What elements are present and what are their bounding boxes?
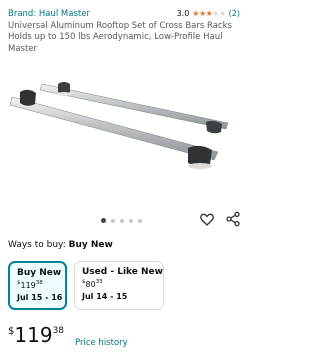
price-currency: $ xyxy=(17,280,21,286)
option-price: $8033 xyxy=(82,279,156,289)
star-icon: ★ xyxy=(218,9,226,18)
star-icon: ★ xyxy=(198,9,206,18)
brand-link[interactable]: Brand: Haul Master xyxy=(8,9,90,19)
rating-count[interactable]: (2) xyxy=(229,9,240,18)
carousel-dot[interactable] xyxy=(120,218,124,223)
main-price: $ 119 38 xyxy=(8,323,64,347)
ways-to-buy-selected: Buy New xyxy=(68,240,113,250)
price-fraction: 38 xyxy=(35,280,43,286)
share-icon[interactable] xyxy=(225,211,241,227)
buy-new-option[interactable]: Buy New $11938 Jul 15 - 16 xyxy=(8,261,67,310)
used-like-new-option[interactable]: Used - Like New $8033 Jul 14 - 15 xyxy=(74,261,164,310)
ways-to-buy: Ways to buy: Buy New xyxy=(8,240,113,250)
rating-summary[interactable]: 3.0 ★★★★★ (2) xyxy=(177,9,240,18)
price-fraction: 38 xyxy=(52,326,65,336)
star-icon: ★ xyxy=(212,9,219,18)
price-whole: 80 xyxy=(85,280,96,289)
ways-to-buy-label: Ways to buy: xyxy=(8,240,66,250)
price-whole: 119 xyxy=(14,323,53,347)
heart-icon[interactable] xyxy=(199,211,215,227)
price-currency: $ xyxy=(82,279,86,285)
carousel-dot[interactable] xyxy=(129,218,133,223)
option-price: $11938 xyxy=(17,280,58,290)
delivery-date: Jul 15 - 16 xyxy=(17,293,63,302)
price-whole: 119 xyxy=(20,281,36,290)
product-detail-page: Brand: Haul Master 3.0 ★★★★★ (2) Univers… xyxy=(0,0,250,359)
price-fraction: 33 xyxy=(95,279,103,285)
product-image[interactable] xyxy=(0,68,250,208)
carousel-dot[interactable] xyxy=(138,218,142,223)
star-icon: ★ xyxy=(192,9,199,18)
option-label: Buy New xyxy=(17,268,62,278)
delivery-date: Jul 14 - 15 xyxy=(82,292,128,301)
price-history-link[interactable]: Price history xyxy=(75,338,128,348)
star-rating: ★★★★★ xyxy=(192,9,226,18)
option-label: Used - Like New xyxy=(82,267,163,277)
carousel-dot[interactable] xyxy=(101,218,106,223)
carousel-dot[interactable] xyxy=(111,218,115,223)
product-title: Universal Aluminum Rooftop Set of Cross … xyxy=(8,21,232,54)
rating-value: 3.0 xyxy=(176,9,190,18)
image-carousel-dots[interactable] xyxy=(101,218,142,223)
